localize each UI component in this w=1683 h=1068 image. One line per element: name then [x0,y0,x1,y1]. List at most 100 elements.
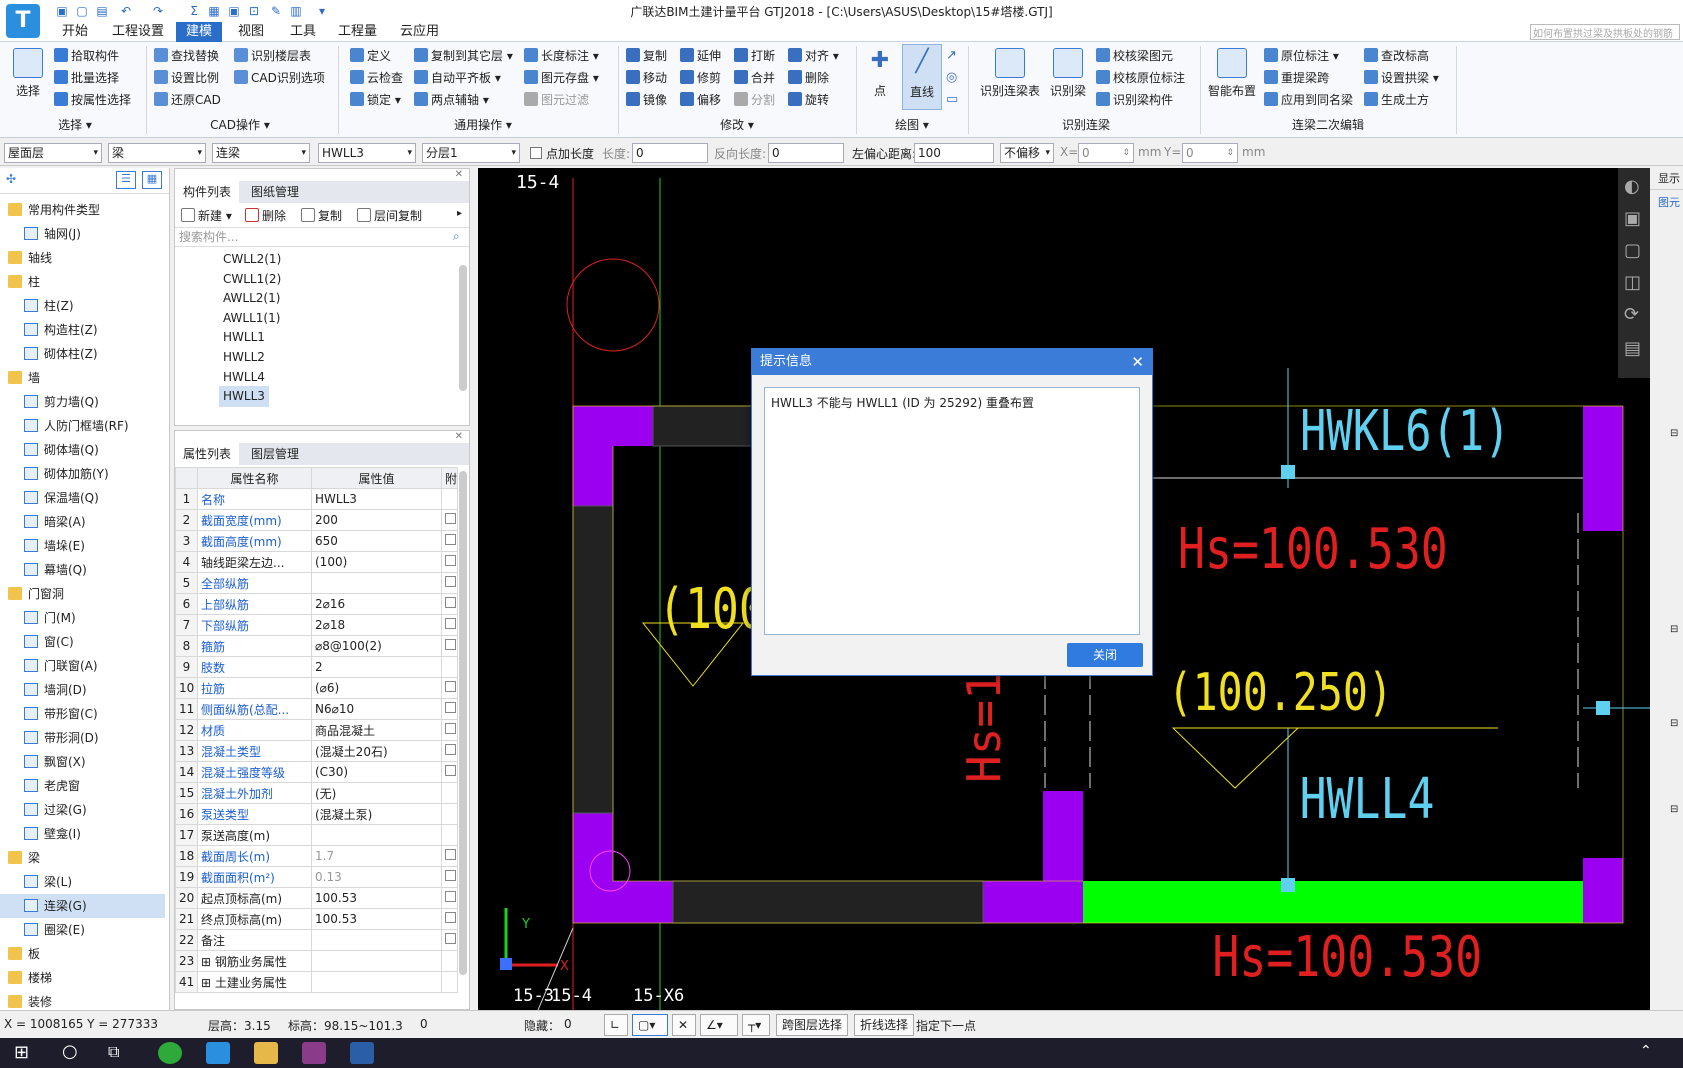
tab-cloud[interactable]: 云应用 [390,22,449,42]
tab-modeling[interactable]: 建模 [176,22,223,42]
property-value[interactable]: 650 [311,530,442,552]
attach-checkbox[interactable] [441,530,458,552]
attach-checkbox[interactable] [441,929,458,951]
collapse-icon[interactable]: ⊟ [1670,718,1678,729]
recognize-floor-table-button[interactable]: 识别楼层表 [234,46,311,66]
attach-checkbox[interactable] [441,509,458,531]
snap-toggle[interactable]: ▢▾ [632,1014,668,1036]
property-value[interactable]: 0.13 [311,866,442,888]
recognize-beam-comp-button[interactable]: 识别梁构件 [1096,90,1173,110]
attach-checkbox[interactable] [441,761,458,783]
search-icon[interactable]: ⌕ [453,229,460,244]
property-row[interactable]: 1 名称 HWLL3 [175,488,458,510]
smart-layout-button[interactable]: 智能布置 [1206,48,1258,99]
dynamic-input-toggle[interactable]: ┬▾ [742,1014,770,1036]
task-view-icon[interactable]: ⧉ [108,1042,119,1062]
attach-checkbox[interactable] [441,551,458,573]
property-row[interactable]: 11 侧面纵筋(总配... N6⌀10 [175,698,458,720]
gtj-app-icon[interactable] [206,1042,230,1064]
component-item[interactable]: HWLL3 [219,386,269,408]
component-item[interactable]: HWLL1 [219,327,269,348]
tab-layer-manage[interactable]: 图层管理 [243,443,307,465]
x-input[interactable]: 0 ⇕ [1078,143,1134,163]
property-value[interactable]: 100.53 [311,887,442,909]
tree-item[interactable]: 飘窗(X) [0,750,165,774]
property-value[interactable] [311,950,442,972]
merge-button[interactable]: 合并 [734,68,775,88]
display-settings-tab[interactable]: 显示 [1650,168,1683,190]
component-item[interactable]: CWLL1(2) [219,269,285,290]
property-row[interactable]: 19 截面面积(m²) 0.13 [175,866,458,888]
floor-select[interactable]: 屋面层 ▾ [4,143,102,163]
tree-item[interactable]: 剪力墙(Q) [0,390,165,414]
ortho-toggle[interactable]: ∟ [604,1014,628,1036]
grid-view-icon[interactable]: ▦ [142,171,162,189]
tree-category[interactable]: 墙 [0,366,165,390]
break-button[interactable]: 打断 [734,46,775,66]
property-scrollbar[interactable] [459,471,467,975]
tab-view[interactable]: 视图 [228,22,274,42]
attach-checkbox[interactable] [441,719,458,741]
trim-button[interactable]: 修剪 [680,68,721,88]
property-row[interactable]: 14 混凝土强度等级 (C30) [175,761,458,783]
pin-icon[interactable]: ✣ [6,172,16,186]
property-row[interactable]: 5 全部纵筋 [175,572,458,594]
attach-checkbox[interactable] [441,908,458,930]
mirror-button[interactable]: 镜像 [626,90,667,110]
reverse-length-input[interactable]: 0 [768,143,844,163]
property-value[interactable] [311,971,442,993]
cross-layer-select-button[interactable]: 跨图层选择 [776,1014,849,1036]
generate-earthwork-button[interactable]: 生成土方 [1364,90,1429,110]
property-row[interactable]: 41 ⊞ 土建业务属性 [175,971,458,993]
pick-component-button[interactable]: 拾取构件 [54,46,119,66]
component-item[interactable]: CWLL2(1) [219,249,285,270]
tree-item[interactable]: 暗梁(A) [0,510,165,534]
more-icon[interactable]: ▸ [457,208,462,219]
cloud-check-button[interactable]: 云检查 [350,68,403,88]
element-tab[interactable]: 图元 [1650,192,1683,214]
tab-project-settings[interactable]: 工程设置 [102,22,174,42]
batch-select-button[interactable]: 批量选择 [54,68,119,88]
property-row[interactable]: 2 截面宽度(mm) 200 [175,509,458,531]
property-row[interactable]: 15 混凝土外加剂 (无) [175,782,458,804]
3d-icon[interactable]: ▣ [1624,208,1641,229]
rect-icon[interactable]: ▭ [946,92,958,107]
point-button[interactable]: ✚ 点 [862,48,898,99]
tab-property-list[interactable]: 属性列表 [175,443,240,465]
tab-component-list[interactable]: 构件列表 [175,181,240,203]
tree-item[interactable]: 保温墙(Q) [0,486,165,510]
tree-item[interactable]: 门(M) [0,606,165,630]
tree-item[interactable]: 砌体墙(Q) [0,438,165,462]
set-scale-button[interactable]: 设置比例 [154,68,219,88]
check-mark-button[interactable]: 校核原位标注 [1096,68,1185,88]
property-row[interactable]: 4 轴线距梁左边... (100) [175,551,458,573]
circle-icon[interactable]: ◎ [946,70,957,85]
property-row[interactable]: 6 上部纵筋 2⌀16 [175,593,458,615]
property-value[interactable] [311,929,442,951]
property-value[interactable]: (无) [311,782,442,804]
list-scrollbar[interactable] [459,265,467,391]
property-row[interactable]: 17 泵送高度(m) [175,824,458,846]
browser-icon[interactable] [158,1042,182,1064]
tree-item[interactable]: 柱(Z) [0,294,165,318]
component-item[interactable]: HWLL2 [219,347,269,368]
subtype-select[interactable]: 连梁 ▾ [212,143,310,163]
app-logo-icon[interactable]: T [6,4,40,38]
property-value[interactable]: (混凝土泵) [311,803,442,825]
tree-item[interactable]: 构造柱(Z) [0,318,165,342]
line-button[interactable]: ╱ 直线 [902,44,942,110]
property-row[interactable]: 23 ⊞ 钢筋业务属性 [175,950,458,972]
find-replace-button[interactable]: 查找替换 [154,46,219,66]
copy-to-floor-button[interactable]: 复制到其它层 ▾ [414,46,513,66]
property-value[interactable]: 200 [311,509,442,531]
delete-comp-button[interactable]: 删除 [245,206,286,226]
collapse-icon[interactable]: ⊟ [1670,804,1678,815]
attach-checkbox[interactable] [441,635,458,657]
tree-category[interactable]: 楼梯 [0,966,165,990]
property-row[interactable]: 8 箍筋 ⌀8@100(2) [175,635,458,657]
attach-checkbox[interactable] [441,614,458,636]
tree-item[interactable]: 幕墙(Q) [0,558,165,582]
expand-icon[interactable]: ⊞ [201,955,215,969]
component-item[interactable]: AWLL1(1) [219,308,284,329]
cad-options-button[interactable]: CAD识别选项 [234,68,325,88]
